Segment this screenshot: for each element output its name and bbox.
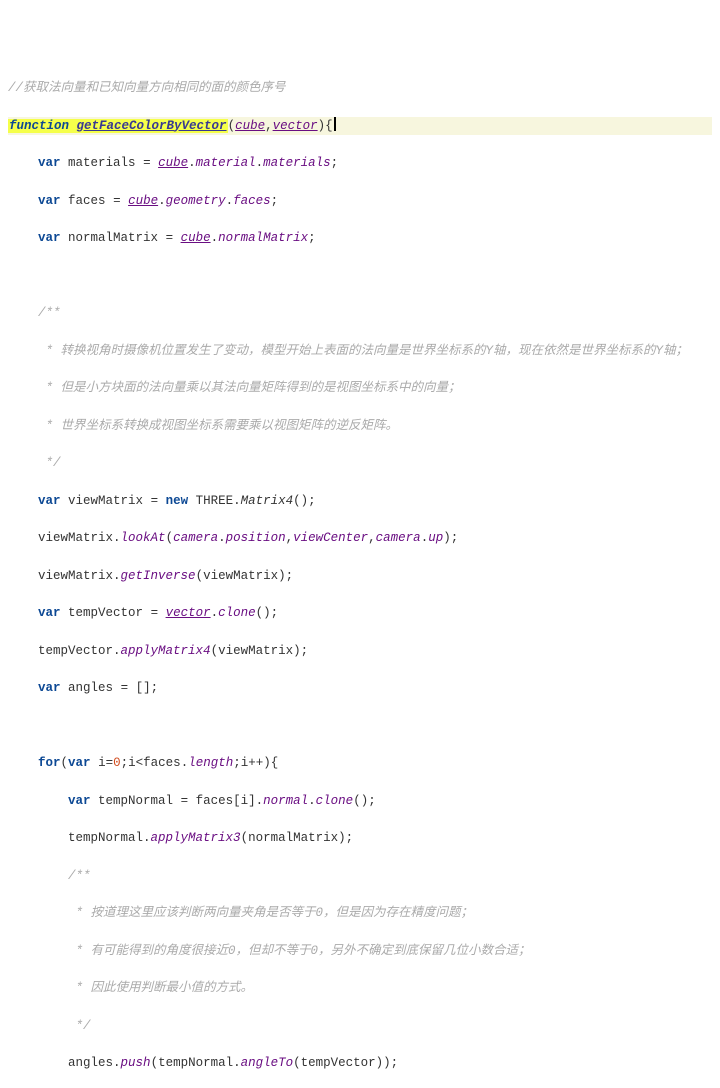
code-line: var normalMatrix = cube.normalMatrix; — [8, 229, 712, 248]
function-name: getFaceColorByVector — [77, 119, 227, 133]
comment: * 但是小方块面的法向量乘以其法向量矩阵得到的是视图坐标系中的向量； — [38, 381, 461, 395]
code-line — [8, 267, 712, 286]
comment: */ — [38, 456, 61, 470]
text-caret — [334, 117, 336, 131]
code-line: var angles = []; — [8, 679, 712, 698]
code-line: tempNormal.applyMatrix3(normalMatrix); — [8, 829, 712, 848]
keyword-function: function — [9, 119, 69, 133]
code-line: * 转换视角时摄像机位置发生了变动，模型开始上表面的法向量是世界坐标系的Y轴，现… — [8, 342, 712, 361]
code-line: for(var i=0;i<faces.length;i++){ — [8, 754, 712, 773]
code-line: */ — [8, 454, 712, 473]
code-line-highlighted: function getFaceColorByVector(cube,vecto… — [8, 117, 712, 136]
code-line: var tempNormal = faces[i].normal.clone()… — [8, 792, 712, 811]
code-line: * 按道理这里应该判断两向量夹角是否等于0，但是因为存在精度问题； — [8, 904, 712, 923]
code-line: tempVector.applyMatrix4(viewMatrix); — [8, 642, 712, 661]
comment: /** — [38, 306, 61, 320]
code-line: * 有可能得到的角度很接近0，但却不等于0，另外不确定到底保留几位小数合适； — [8, 942, 712, 961]
keyword-var: var — [38, 156, 61, 170]
code-line: * 世界坐标系转换成视图坐标系需要乘以视图矩阵的逆反矩阵。 — [8, 417, 712, 436]
code-line: viewMatrix.getInverse(viewMatrix); — [8, 567, 712, 586]
comment: * 转换视角时摄像机位置发生了变动，模型开始上表面的法向量是世界坐标系的Y轴，现… — [38, 344, 688, 358]
param: vector — [273, 119, 318, 133]
code-line: * 因此使用判断最小值的方式。 — [8, 979, 712, 998]
code-line: var materials = cube.material.materials; — [8, 154, 712, 173]
comment: * 世界坐标系转换成视图坐标系需要乘以视图矩阵的逆反矩阵。 — [38, 419, 398, 433]
code-line: /** — [8, 304, 712, 323]
code-line: viewMatrix.lookAt(camera.position,viewCe… — [8, 529, 712, 548]
code-line — [8, 717, 712, 736]
code-line: var faces = cube.geometry.faces; — [8, 192, 712, 211]
param: cube — [235, 119, 265, 133]
code-line: var tempVector = vector.clone(); — [8, 604, 712, 623]
comment: //获取法向量和已知向量方向相同的面的颜色序号 — [8, 81, 286, 95]
code-line: */ — [8, 1017, 712, 1036]
code-line: angles.push(tempNormal.angleTo(tempVecto… — [8, 1054, 712, 1073]
code-line: var viewMatrix = new THREE.Matrix4(); — [8, 492, 712, 511]
code-line: //获取法向量和已知向量方向相同的面的颜色序号 — [8, 79, 712, 98]
code-line: /** — [8, 867, 712, 886]
code-line: * 但是小方块面的法向量乘以其法向量矩阵得到的是视图坐标系中的向量； — [8, 379, 712, 398]
